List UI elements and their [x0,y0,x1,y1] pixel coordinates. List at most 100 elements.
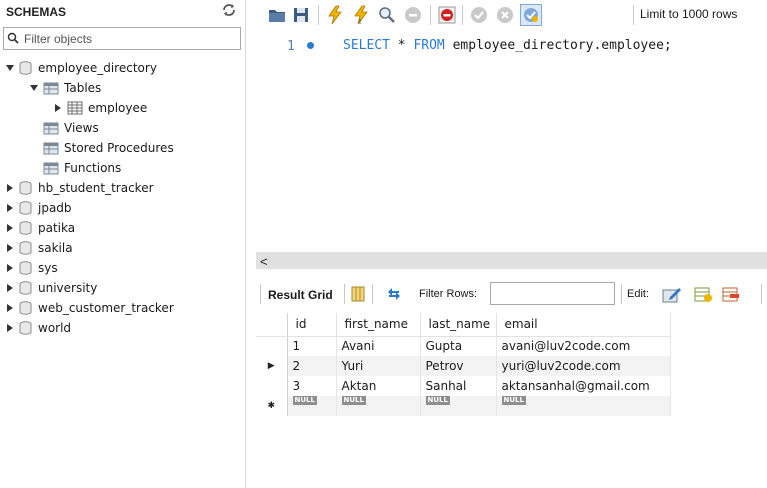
null-cell[interactable]: NULL [336,396,421,416]
schema-item-hb_student_tracker[interactable]: hb_student_tracker [5,178,154,198]
svg-text:I: I [359,18,361,25]
table-cell[interactable]: Yuri [336,356,421,376]
table-cell[interactable]: Petrov [420,356,497,376]
table-cell[interactable]: Gupta [420,336,497,356]
save-icon [294,8,308,22]
column-header[interactable]: id [287,313,337,337]
table-cell[interactable]: 2 [287,356,337,376]
collapsed-triangle-icon[interactable] [5,203,15,213]
horizontal-scrollbar[interactable]: < [256,252,767,269]
commit-icon [471,7,487,23]
execute-current-button[interactable]: I [350,4,372,26]
stop-button[interactable] [402,4,424,26]
table-cell[interactable]: aktansanhal@gmail.com [496,376,671,396]
line-number: 1 [287,39,295,54]
table-cell[interactable]: yuri@luv2code.com [496,356,671,376]
toggle-error-button[interactable] [436,4,458,26]
functions-folder[interactable]: Functions [43,158,121,178]
sql-keyword-select: SELECT [343,38,390,53]
row-marker[interactable] [256,336,288,356]
collapsed-triangle-icon[interactable] [5,183,15,193]
result-grid-tab[interactable]: Result Grid [268,288,333,302]
table-row[interactable]: 3 Aktan Sanhal aktansanhal@gmail.com [256,376,671,396]
table-cell[interactable]: 3 [287,376,337,396]
collapsed-triangle-icon[interactable] [5,243,15,253]
table-cell[interactable]: Sanhal [420,376,497,396]
commit-button[interactable] [468,4,490,26]
null-cell[interactable]: NULL [287,396,337,416]
tables-folder[interactable]: Tables [29,78,101,98]
filter-objects-input[interactable] [24,30,236,47]
table-cell[interactable]: avani@luv2code.com [496,336,671,356]
table-cell[interactable]: 1 [287,336,337,356]
table-cell[interactable]: Aktan [336,376,421,396]
collapsed-triangle-icon[interactable] [5,283,15,293]
current-row-marker-icon[interactable]: ▶ [256,356,288,376]
schema-item-world[interactable]: world [5,318,71,338]
expanded-triangle-icon[interactable] [29,83,39,93]
insert-row-icon[interactable] [694,285,712,303]
expanded-triangle-icon[interactable] [5,63,15,73]
result-grid-toolbar: Result Grid Filter Rows: Edit: [260,282,767,306]
toolbar-separator [318,5,319,25]
refresh-results-icon[interactable] [386,286,402,302]
table-row[interactable]: ▶ 2 Yuri Petrov yuri@luv2code.com [256,356,671,376]
filter-rows-input[interactable] [490,282,615,305]
explain-button[interactable] [376,4,398,26]
schemas-header: SCHEMAS [6,3,240,21]
schema-item-web_customer_tracker[interactable]: web_customer_tracker [5,298,174,318]
open-folder-button[interactable] [266,4,288,26]
rollback-icon [497,7,513,23]
stored-procedures-folder[interactable]: Stored Procedures [43,138,174,158]
sql-editor[interactable]: 1 SELECT * FROM employee_directory.emplo… [260,32,767,252]
table-row[interactable]: 1 Avani Gupta avani@luv2code.com [256,336,671,356]
collapsed-triangle-icon[interactable] [5,323,15,333]
collapsed-triangle-icon[interactable] [5,263,15,273]
collapsed-triangle-icon[interactable] [5,223,15,233]
scroll-left-arrow-icon[interactable]: < [260,254,268,269]
stored-procedures-folder-icon [43,142,59,155]
collapsed-triangle-icon[interactable] [5,303,15,313]
collapsed-triangle-icon[interactable] [53,103,63,113]
autocommit-icon [524,8,538,22]
schema-item-patika[interactable]: patika [5,218,75,238]
limit-rows-dropdown[interactable]: Limit to 1000 rows [640,7,737,21]
row-marker[interactable] [256,376,288,396]
form-editor-icon[interactable] [351,286,365,302]
new-row-marker-icon[interactable]: ✱ [256,396,288,416]
refresh-icon[interactable] [222,3,236,17]
schema-item-sakila[interactable]: sakila [5,238,73,258]
new-row[interactable]: ✱ NULL NULL NULL NULL [256,396,671,416]
schema-item-jpadb[interactable]: jpadb [5,198,72,218]
toggle-error-icon [438,6,456,24]
execute-current-icon: I [354,5,368,25]
edit-row-icon[interactable] [662,285,682,303]
toolbar-separator [633,5,634,25]
table-cell[interactable]: Avani [336,336,421,356]
schema-label: world [38,321,72,335]
schemas-title: SCHEMAS [6,5,67,19]
rollback-button[interactable] [494,4,516,26]
null-cell[interactable]: NULL [420,396,497,416]
null-cell[interactable]: NULL [496,396,671,416]
execute-button[interactable] [324,4,346,26]
schema-item-sys[interactable]: sys [5,258,58,278]
sql-statement[interactable]: SELECT * FROM employee_directory.employe… [343,38,672,53]
table-item-employee[interactable]: employee [53,98,147,118]
column-header[interactable]: last_name [420,313,497,337]
autocommit-button[interactable] [520,4,542,26]
toolbar-separator [260,284,261,304]
delete-row-icon[interactable] [722,285,740,303]
sql-star: * [389,38,414,53]
schema-item-university[interactable]: university [5,278,97,298]
null-badge: NULL [501,396,526,405]
filter-objects-box[interactable] [3,27,241,50]
null-badge: NULL [292,396,317,405]
schema-item-employee_directory[interactable]: employee_directory [5,58,157,78]
schemas-sidebar: SCHEMAS employee_directory Tables employ… [0,0,246,488]
save-button[interactable] [290,4,312,26]
views-folder[interactable]: Views [43,118,99,138]
column-header[interactable]: first_name [336,313,421,337]
schema-label: web_customer_tracker [38,301,174,315]
column-header[interactable]: email [496,313,671,337]
